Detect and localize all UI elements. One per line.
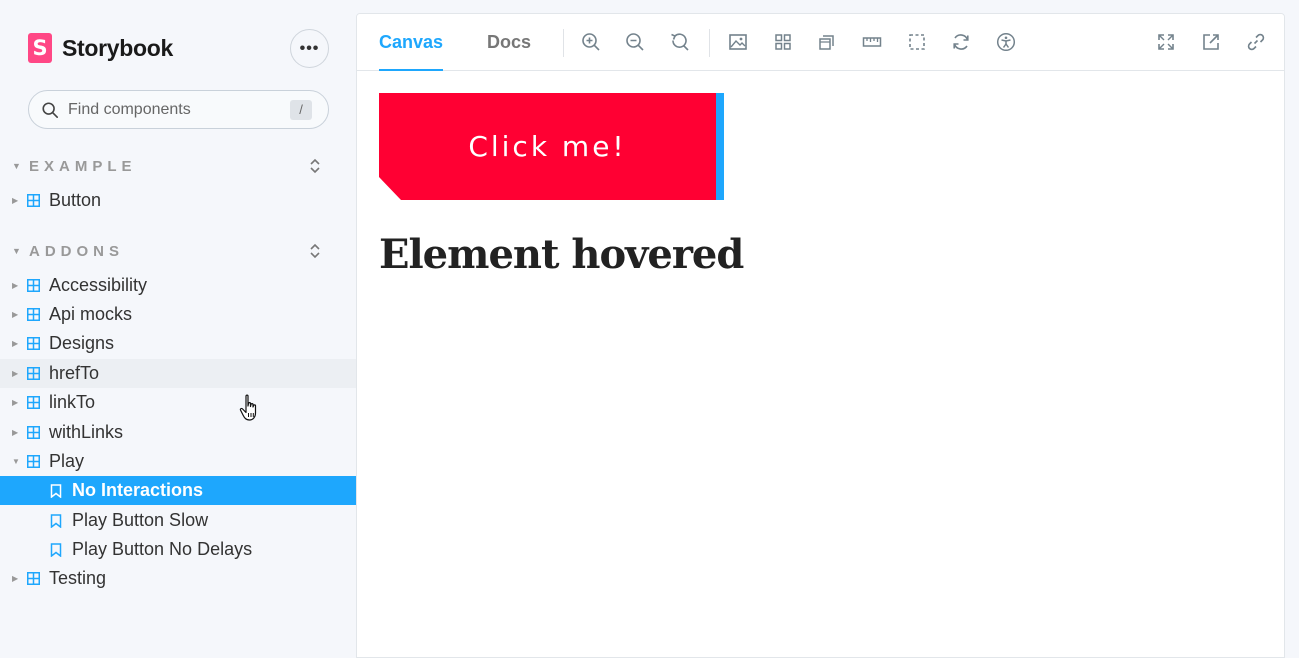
tree-item-label: Button — [49, 190, 102, 210]
caret-down-icon: ▼ — [12, 457, 20, 466]
tree-item-label: hrefTo — [49, 363, 100, 383]
tree-item-linkto[interactable]: ▶ linkTo — [0, 388, 357, 417]
tree-item-label: Play Button No Delays — [72, 539, 253, 559]
toolbar-divider — [563, 29, 564, 57]
caret-down-icon: ▼ — [12, 161, 21, 171]
background-icon[interactable] — [728, 32, 748, 52]
outline-icon[interactable] — [907, 32, 927, 52]
tree-item-play[interactable]: ▼ Play — [0, 447, 357, 476]
expand-collapse-icon[interactable] — [307, 242, 323, 260]
caret-right-icon: ▶ — [12, 196, 19, 205]
tree-item-designs[interactable]: ▶ Designs — [0, 329, 357, 358]
tree-item-button[interactable]: ▶ Button — [0, 186, 357, 215]
caret-right-icon: ▶ — [12, 428, 19, 437]
zoom-out-icon[interactable] — [625, 32, 645, 52]
accessibility-icon[interactable] — [996, 32, 1016, 52]
viewport-icon[interactable] — [817, 32, 837, 52]
caret-right-icon: ▶ — [12, 369, 19, 378]
search-input[interactable] — [68, 100, 278, 119]
brand[interactable]: S Storybook — [28, 32, 173, 64]
component-icon — [27, 455, 40, 468]
caret-right-icon: ▶ — [12, 310, 19, 319]
tree-item-no-interactions[interactable]: No Interactions — [0, 476, 357, 505]
button-accent-edge — [716, 93, 724, 200]
component-icon — [27, 279, 40, 292]
expand-collapse-icon[interactable] — [307, 157, 323, 175]
open-new-tab-icon[interactable] — [1201, 32, 1221, 52]
bookmark-icon — [50, 542, 62, 557]
section-addons[interactable]: ▼ ADDONS — [0, 236, 357, 266]
tree-item-play-button-no-delays[interactable]: Play Button No Delays — [0, 535, 357, 564]
tree-item-label: Play Button Slow — [72, 510, 209, 530]
component-icon — [27, 396, 40, 409]
tree-item-label: Designs — [49, 333, 115, 353]
section-title: EXAMPLE — [29, 157, 137, 175]
tab-docs[interactable]: Docs — [487, 14, 531, 71]
zoom-reset-icon[interactable] — [670, 32, 690, 52]
bookmark-icon — [50, 513, 62, 528]
grid-icon[interactable] — [773, 32, 793, 52]
remount-icon[interactable] — [951, 32, 971, 52]
tree-item-label: Play — [49, 451, 85, 471]
section-example[interactable]: ▼ EXAMPLE — [0, 151, 357, 181]
fullscreen-icon[interactable] — [1156, 32, 1176, 52]
click-me-button[interactable]: Click me! — [379, 93, 724, 200]
tree-item-label: No Interactions — [72, 480, 204, 500]
brand-name: Storybook — [62, 34, 174, 61]
tree-item-testing[interactable]: ▶ Testing — [0, 564, 357, 593]
tree-item-api-mocks[interactable]: ▶ Api mocks — [0, 300, 357, 329]
search-icon — [42, 101, 59, 118]
sidebar: S Storybook ••• / ▼ EXAMPLE ▶ Button ▼ A… — [0, 0, 357, 653]
search-shortcut-hint: / — [290, 100, 312, 120]
tree-item-label: linkTo — [49, 392, 96, 412]
component-icon — [27, 194, 40, 207]
component-icon — [27, 572, 40, 585]
caret-right-icon: ▶ — [12, 398, 19, 407]
tree-item-accessibility[interactable]: ▶ Accessibility — [0, 271, 357, 300]
click-me-button-label: Click me! — [379, 93, 716, 200]
toolbar: Canvas Docs — [357, 14, 1284, 72]
tree-item-label: Testing — [49, 568, 107, 588]
tree-item-label: Api mocks — [49, 304, 133, 324]
copy-link-icon[interactable] — [1246, 32, 1266, 52]
bookmark-icon — [50, 483, 62, 498]
search-box[interactable]: / — [28, 90, 329, 129]
component-icon — [27, 367, 40, 380]
tree-item-withlinks[interactable]: ▶ withLinks — [0, 418, 357, 447]
section-title: ADDONS — [29, 242, 125, 260]
component-icon — [27, 426, 40, 439]
tree-item-play-button-slow[interactable]: Play Button Slow — [0, 506, 357, 535]
tab-canvas[interactable]: Canvas — [379, 14, 444, 72]
tree-item-hrefto[interactable]: ▶ hrefTo — [0, 359, 357, 388]
status-heading: Element hovered — [379, 231, 744, 278]
caret-right-icon: ▶ — [12, 281, 19, 290]
sidebar-menu-button[interactable]: ••• — [290, 29, 329, 68]
hand-pointer-cursor-icon — [239, 394, 257, 421]
zoom-in-icon[interactable] — [581, 32, 601, 52]
storybook-logo-icon: S — [28, 33, 52, 63]
measure-icon[interactable] — [862, 32, 882, 52]
story-canvas: Click me! Element hovered — [357, 71, 1284, 657]
tree-item-label: Accessibility — [49, 275, 148, 295]
caret-down-icon: ▼ — [12, 246, 21, 256]
component-icon — [27, 308, 40, 321]
caret-right-icon: ▶ — [12, 574, 19, 583]
caret-right-icon: ▶ — [12, 339, 19, 348]
tree-item-label: withLinks — [49, 422, 124, 442]
preview-panel: Canvas Docs Click me! Element hovered — [356, 13, 1285, 658]
component-icon — [27, 337, 40, 350]
toolbar-divider — [709, 29, 710, 57]
